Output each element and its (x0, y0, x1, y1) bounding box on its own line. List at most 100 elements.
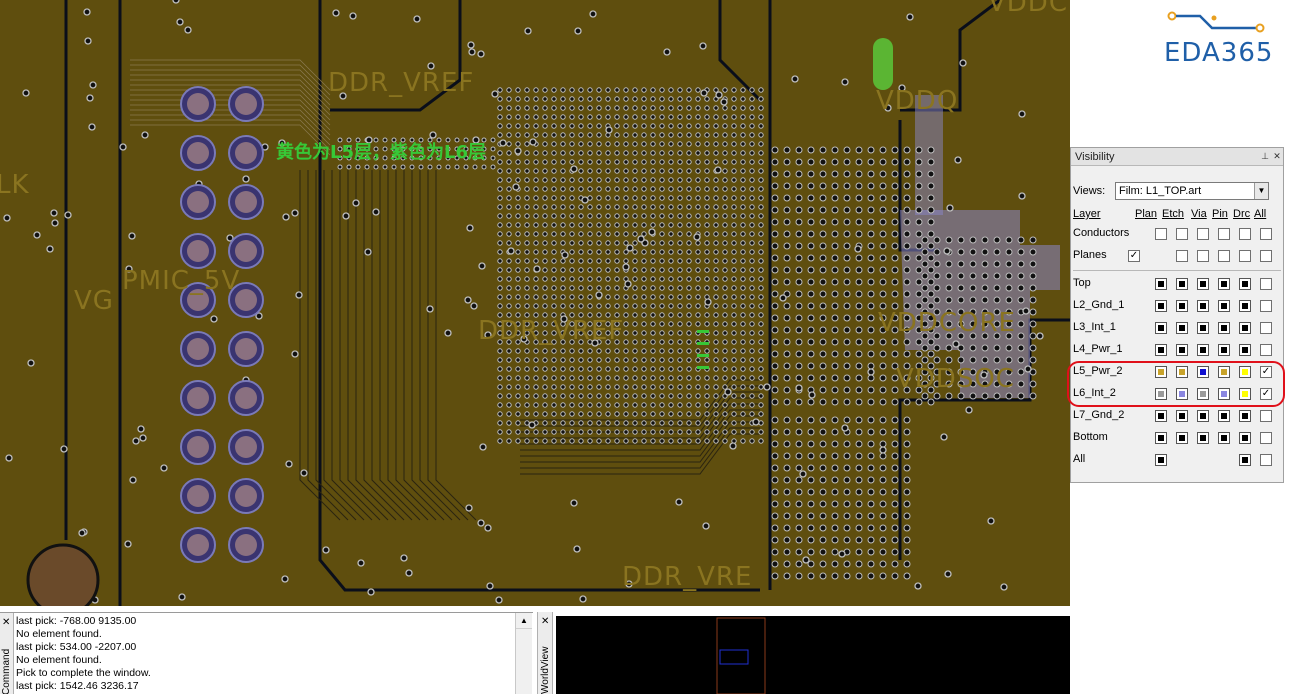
etch-checkbox[interactable] (1176, 228, 1188, 240)
drc-color-swatch[interactable] (1239, 410, 1251, 422)
all-checkbox[interactable] (1260, 344, 1272, 356)
command-line: No element found. (16, 628, 102, 640)
command-line: Pick to complete the window. (16, 667, 151, 679)
close-icon[interactable]: ✕ (2, 617, 10, 628)
etch-color-swatch[interactable] (1176, 432, 1188, 444)
via-color-swatch[interactable] (1197, 344, 1209, 356)
net-label-ddr-vref: DDR_VREF (328, 68, 475, 98)
drc-color-swatch[interactable] (1239, 432, 1251, 444)
column-header-all[interactable]: All (1254, 208, 1266, 220)
plan-color-swatch[interactable] (1155, 322, 1167, 334)
etch-color-swatch[interactable] (1176, 410, 1188, 422)
command-scrollbar[interactable]: ▲ (515, 613, 532, 694)
drc-checkbox[interactable] (1239, 250, 1251, 262)
column-header-pin[interactable]: Pin (1212, 208, 1228, 220)
all-checkbox[interactable] (1260, 432, 1272, 444)
column-header-plan[interactable]: Plan (1135, 208, 1157, 220)
drc-color-swatch[interactable] (1239, 344, 1251, 356)
drc-color-swatch[interactable] (1239, 300, 1251, 312)
views-selected-value: Film: L1_TOP.art (1119, 185, 1202, 197)
etch-color-swatch[interactable] (1176, 300, 1188, 312)
via-color-swatch[interactable] (1197, 300, 1209, 312)
views-label: Views: (1073, 185, 1106, 197)
net-label-lk: LK (0, 170, 30, 200)
net-label-vddcore: VDDCORE (878, 308, 1016, 338)
plan-checkbox[interactable]: ✓ (1128, 250, 1140, 262)
pcb-canvas[interactable]: DDR_VREF DDR_VREF DDR_VRE PMIC_5V VG VDD… (0, 0, 1070, 606)
drc-color-swatch[interactable] (1239, 278, 1251, 290)
pin-icon[interactable]: ⊥ (1259, 151, 1271, 162)
etch-color-swatch[interactable] (1176, 322, 1188, 334)
worldview-sidebar-label: WorldView (540, 646, 551, 694)
plan-checkbox[interactable] (1155, 228, 1167, 240)
drc-checkbox[interactable] (1239, 228, 1251, 240)
plan-color-swatch[interactable] (1155, 278, 1167, 290)
etch-color-swatch[interactable] (1176, 344, 1188, 356)
pin-color-swatch[interactable] (1218, 344, 1230, 356)
views-row: Views: Film: L1_TOP.art ▼ (1073, 182, 1269, 200)
net-label-vg: VG (74, 286, 114, 316)
pin-checkbox[interactable] (1218, 228, 1230, 240)
via-color-swatch[interactable] (1197, 322, 1209, 334)
pin-color-swatch[interactable] (1218, 278, 1230, 290)
etch-checkbox[interactable] (1176, 250, 1188, 262)
global-row-conductors: Conductors (1073, 226, 1283, 242)
layer-name: L2_Gnd_1 (1073, 299, 1125, 311)
pin-color-swatch[interactable] (1218, 322, 1230, 334)
layer-name: Top (1073, 277, 1091, 289)
layer-row-l7-gnd-2: L7_Gnd_2 (1073, 408, 1283, 424)
layer-row-l4-pwr-1: L4_Pwr_1 (1073, 342, 1283, 358)
column-header-drc[interactable]: Drc (1233, 208, 1250, 220)
plan-color-swatch[interactable] (1155, 300, 1167, 312)
etch-color-swatch[interactable] (1176, 278, 1188, 290)
via-color-swatch[interactable] (1197, 410, 1209, 422)
visibility-title: Visibility (1075, 150, 1115, 163)
highlight-circle-l5-l6 (1067, 361, 1285, 407)
plan-color-swatch[interactable] (1155, 454, 1167, 466)
pin-checkbox[interactable] (1218, 250, 1230, 262)
pin-color-swatch[interactable] (1218, 300, 1230, 312)
layer-color-annotation: 黄色为L5层，紫色为L6层 (276, 142, 486, 163)
net-label-pmic-5v: PMIC_5V (122, 266, 241, 296)
pin-color-swatch[interactable] (1218, 432, 1230, 444)
all-checkbox[interactable] (1260, 278, 1272, 290)
all-checkbox[interactable] (1260, 300, 1272, 312)
command-line: last pick: -768.00 9135.00 (16, 615, 137, 627)
column-header-etch[interactable]: Etch (1162, 208, 1184, 220)
command-sidebar-label: Command (1, 648, 12, 694)
column-header-via[interactable]: Via (1191, 208, 1207, 220)
drc-color-swatch[interactable] (1239, 322, 1251, 334)
close-icon[interactable]: ✕ (541, 616, 549, 627)
via-checkbox[interactable] (1197, 250, 1209, 262)
via-checkbox[interactable] (1197, 228, 1209, 240)
all-checkbox[interactable] (1260, 410, 1272, 422)
worldview-board-outline (716, 617, 766, 694)
views-dropdown[interactable]: Film: L1_TOP.art ▼ (1115, 182, 1269, 200)
global-row-label: Conductors (1073, 227, 1130, 239)
command-line: No element found. (16, 654, 102, 666)
command-line: last pick: 1542.46 3236.17 (16, 680, 139, 692)
layer-name: Bottom (1073, 431, 1108, 443)
net-label-vddc: VDDC (988, 0, 1068, 18)
plan-color-swatch[interactable] (1155, 410, 1167, 422)
chevron-down-icon[interactable]: ▼ (1254, 183, 1268, 199)
all-checkbox[interactable] (1260, 322, 1272, 334)
visibility-panel: Visibility ⊥ ✕ Views: Film: L1_TOP.art ▼… (1070, 147, 1284, 483)
scroll-up-icon[interactable]: ▲ (516, 613, 532, 629)
all-checkbox[interactable] (1260, 454, 1272, 466)
drc-color-swatch[interactable] (1239, 454, 1251, 466)
pin-color-swatch[interactable] (1218, 410, 1230, 422)
all-checkbox[interactable] (1260, 228, 1272, 240)
close-icon[interactable]: ✕ (1271, 151, 1283, 162)
worldview-pane[interactable] (556, 616, 1070, 694)
via-color-swatch[interactable] (1197, 432, 1209, 444)
visibility-titlebar[interactable]: Visibility ⊥ ✕ (1071, 148, 1283, 166)
logo-text: EDA365 (1164, 38, 1274, 68)
via-color-swatch[interactable] (1197, 278, 1209, 290)
all-checkbox[interactable] (1260, 250, 1272, 262)
plan-color-swatch[interactable] (1155, 432, 1167, 444)
net-label-vddsoc: VDDSOC (896, 364, 1015, 394)
command-pane: ✕ Command last pick: -768.00 9135.00 No e… (0, 612, 533, 694)
layer-name: L7_Gnd_2 (1073, 409, 1125, 421)
plan-color-swatch[interactable] (1155, 344, 1167, 356)
